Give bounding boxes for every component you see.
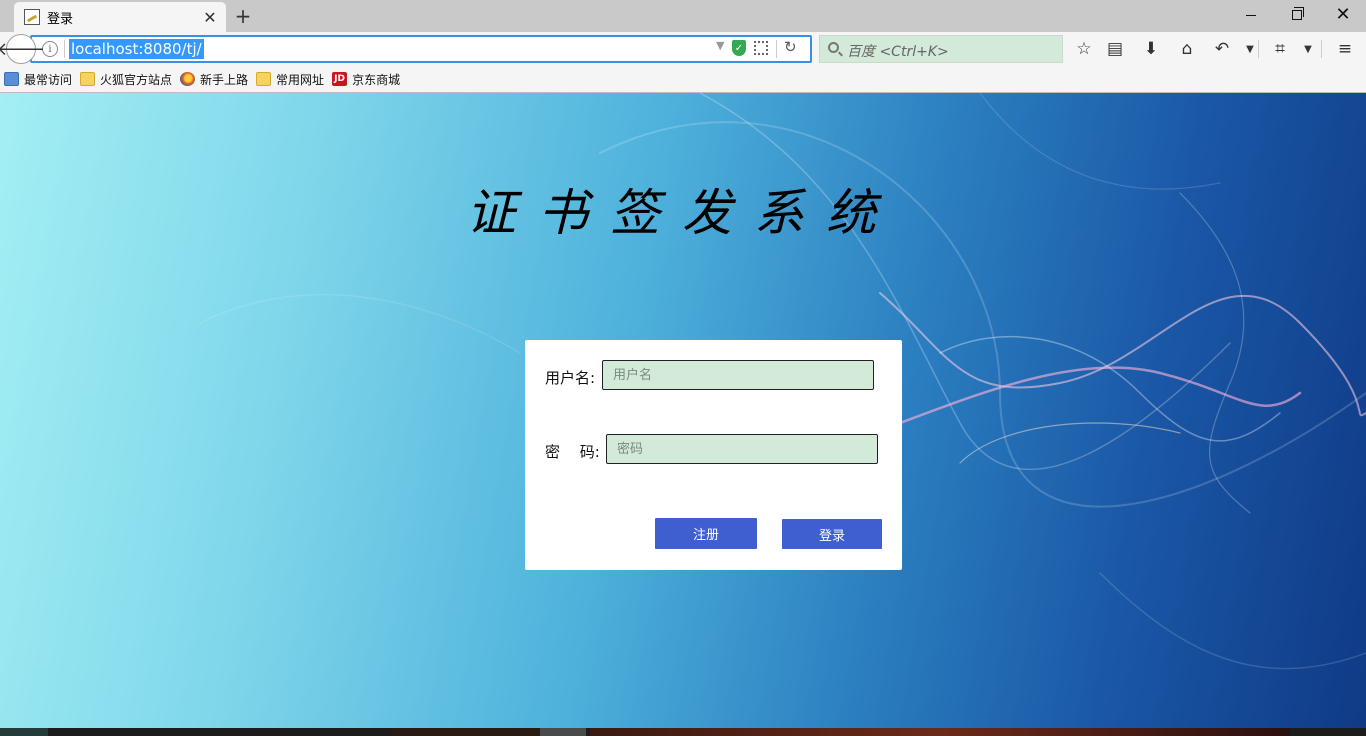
recent-icon xyxy=(4,72,19,86)
bookmark-label: 最常访问 xyxy=(24,72,73,87)
menu-hamburger-icon[interactable]: ≡ xyxy=(1331,35,1359,63)
tab-strip: 登录 ✕ + ✕ xyxy=(0,0,1366,32)
screenshot-crop-icon[interactable]: ⌗ xyxy=(1266,35,1294,63)
search-bar[interactable]: 百度 <Ctrl+K> xyxy=(819,35,1063,63)
reading-list-icon[interactable]: ▤ xyxy=(1101,35,1129,63)
divider xyxy=(1258,40,1259,58)
divider xyxy=(1321,40,1322,58)
window-close-button[interactable]: ✕ xyxy=(1320,0,1366,30)
search-placeholder: 百度 <Ctrl+K> xyxy=(847,44,949,60)
firefox-icon xyxy=(180,72,196,86)
divider xyxy=(776,40,777,58)
page-title: 证书签发系统 xyxy=(466,184,898,242)
username-input[interactable] xyxy=(602,360,874,390)
home-icon[interactable]: ⌂ xyxy=(1173,35,1201,63)
bookmark-firefox-official[interactable]: 火狐官方站点 xyxy=(80,71,172,88)
folder-icon xyxy=(80,72,96,86)
bookmark-label: 新手上路 xyxy=(200,72,249,87)
active-tab[interactable]: 登录 ✕ xyxy=(14,2,226,32)
undo-dropdown-icon[interactable]: ▼ xyxy=(1236,35,1264,63)
os-taskbar xyxy=(0,728,1366,736)
bookmark-common-sites[interactable]: 常用网址 xyxy=(256,71,324,88)
window-minimize-button[interactable] xyxy=(1228,0,1274,30)
undo-icon[interactable]: ↶ xyxy=(1208,35,1236,63)
folder-icon xyxy=(256,72,272,86)
tab-close-icon[interactable]: ✕ xyxy=(200,7,220,27)
password-input[interactable] xyxy=(606,434,878,464)
back-button[interactable]: 🡐 xyxy=(0,34,45,64)
taskbar-item[interactable] xyxy=(590,728,1290,736)
qr-code-icon[interactable] xyxy=(754,41,768,55)
taskbar-item[interactable] xyxy=(392,728,540,736)
bookmark-label: 京东商城 xyxy=(352,72,401,87)
jd-icon: JD xyxy=(332,72,348,86)
url-text[interactable]: localhost:8080/tj/ xyxy=(69,39,204,59)
history-dropdown-icon[interactable]: ▼ xyxy=(716,39,724,52)
taskbar-item[interactable] xyxy=(0,728,48,736)
login-button[interactable]: 登录 xyxy=(782,519,882,549)
username-label: 用户名: xyxy=(545,369,596,387)
taskbar-item[interactable] xyxy=(540,728,586,736)
login-form: 用户名: 密 码: 注册 登录 xyxy=(525,340,902,570)
search-icon xyxy=(828,42,839,53)
page-favicon-icon xyxy=(24,9,40,25)
crop-dropdown-icon[interactable]: ▼ xyxy=(1294,35,1322,63)
bookmark-label: 常用网址 xyxy=(276,72,325,87)
page-content: 证书签发系统 用户名: 密 码: 注册 登录 xyxy=(0,93,1366,728)
bookmark-star-icon[interactable]: ☆ xyxy=(1070,35,1098,63)
new-tab-button[interactable]: + xyxy=(232,4,254,28)
back-arrow-icon: 🡐 xyxy=(0,38,46,60)
bookmarks-toolbar: 最常访问 火狐官方站点 新手上路 常用网址 JD 京东商城 xyxy=(0,66,1366,93)
bookmark-getting-started[interactable]: 新手上路 xyxy=(180,71,248,88)
navigation-toolbar: i localhost:8080/tj/ ▼ ✓ ↻ 🡐 百度 <Ctrl+K>… xyxy=(0,32,1366,66)
tab-title: 登录 xyxy=(47,11,74,27)
address-bar[interactable]: i localhost:8080/tj/ ▼ ✓ ↻ xyxy=(30,35,812,63)
bookmark-jd[interactable]: JD 京东商城 xyxy=(332,71,400,88)
divider xyxy=(64,40,65,58)
security-shield-icon[interactable]: ✓ xyxy=(732,40,746,56)
download-icon[interactable]: ⬇ xyxy=(1137,35,1165,63)
window-restore-button[interactable] xyxy=(1274,0,1320,30)
bookmark-most-visited[interactable]: 最常访问 xyxy=(4,71,72,88)
reload-icon[interactable]: ↻ xyxy=(784,38,797,56)
register-button[interactable]: 注册 xyxy=(655,518,757,549)
bookmark-label: 火狐官方站点 xyxy=(100,72,173,87)
password-label: 密 码: xyxy=(545,443,600,461)
